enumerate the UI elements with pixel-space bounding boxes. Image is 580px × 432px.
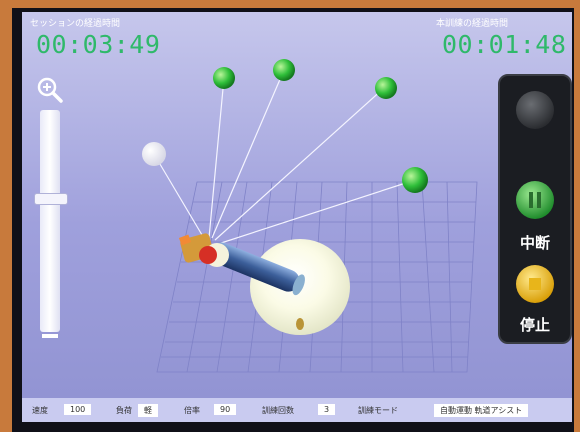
stop-button-label[interactable]: 停止 [500, 314, 570, 335]
count-label: 訓練回数 [262, 406, 294, 415]
target-ball [375, 77, 397, 99]
speed-label: 速度 [32, 406, 48, 415]
status-bar: 速度 100 負荷 軽 倍率 90 訓練回数 3 訓練モード 自動運動 軌道アシ… [22, 398, 572, 422]
mode-label: 訓練モード [358, 406, 398, 415]
load-value: 軽 [138, 404, 158, 417]
control-panel: 中断 停止 [498, 74, 572, 344]
training-screen: セッションの経過時間 00:03:49 本訓練の経過時間 00:01:48 中断… [22, 12, 572, 398]
speed-value: 100 [64, 404, 92, 415]
ratio-value: 90 [214, 404, 237, 415]
target-ball [402, 167, 428, 193]
target-ball [273, 59, 295, 81]
stop-icon[interactable] [515, 264, 555, 304]
target-ball [213, 67, 235, 89]
ratio-label: 倍率 [184, 406, 200, 415]
hand-cursor [178, 233, 229, 267]
pause-icon[interactable] [515, 180, 555, 220]
pause-button-label[interactable]: 中断 [500, 232, 570, 253]
load-label: 負荷 [116, 406, 132, 415]
indicator-light-icon [516, 91, 554, 129]
target-ball-white [142, 142, 166, 166]
mode-value: 自動運動 軌道アシスト [434, 404, 529, 417]
3d-scene [142, 59, 478, 373]
count-value: 3 [318, 404, 336, 415]
